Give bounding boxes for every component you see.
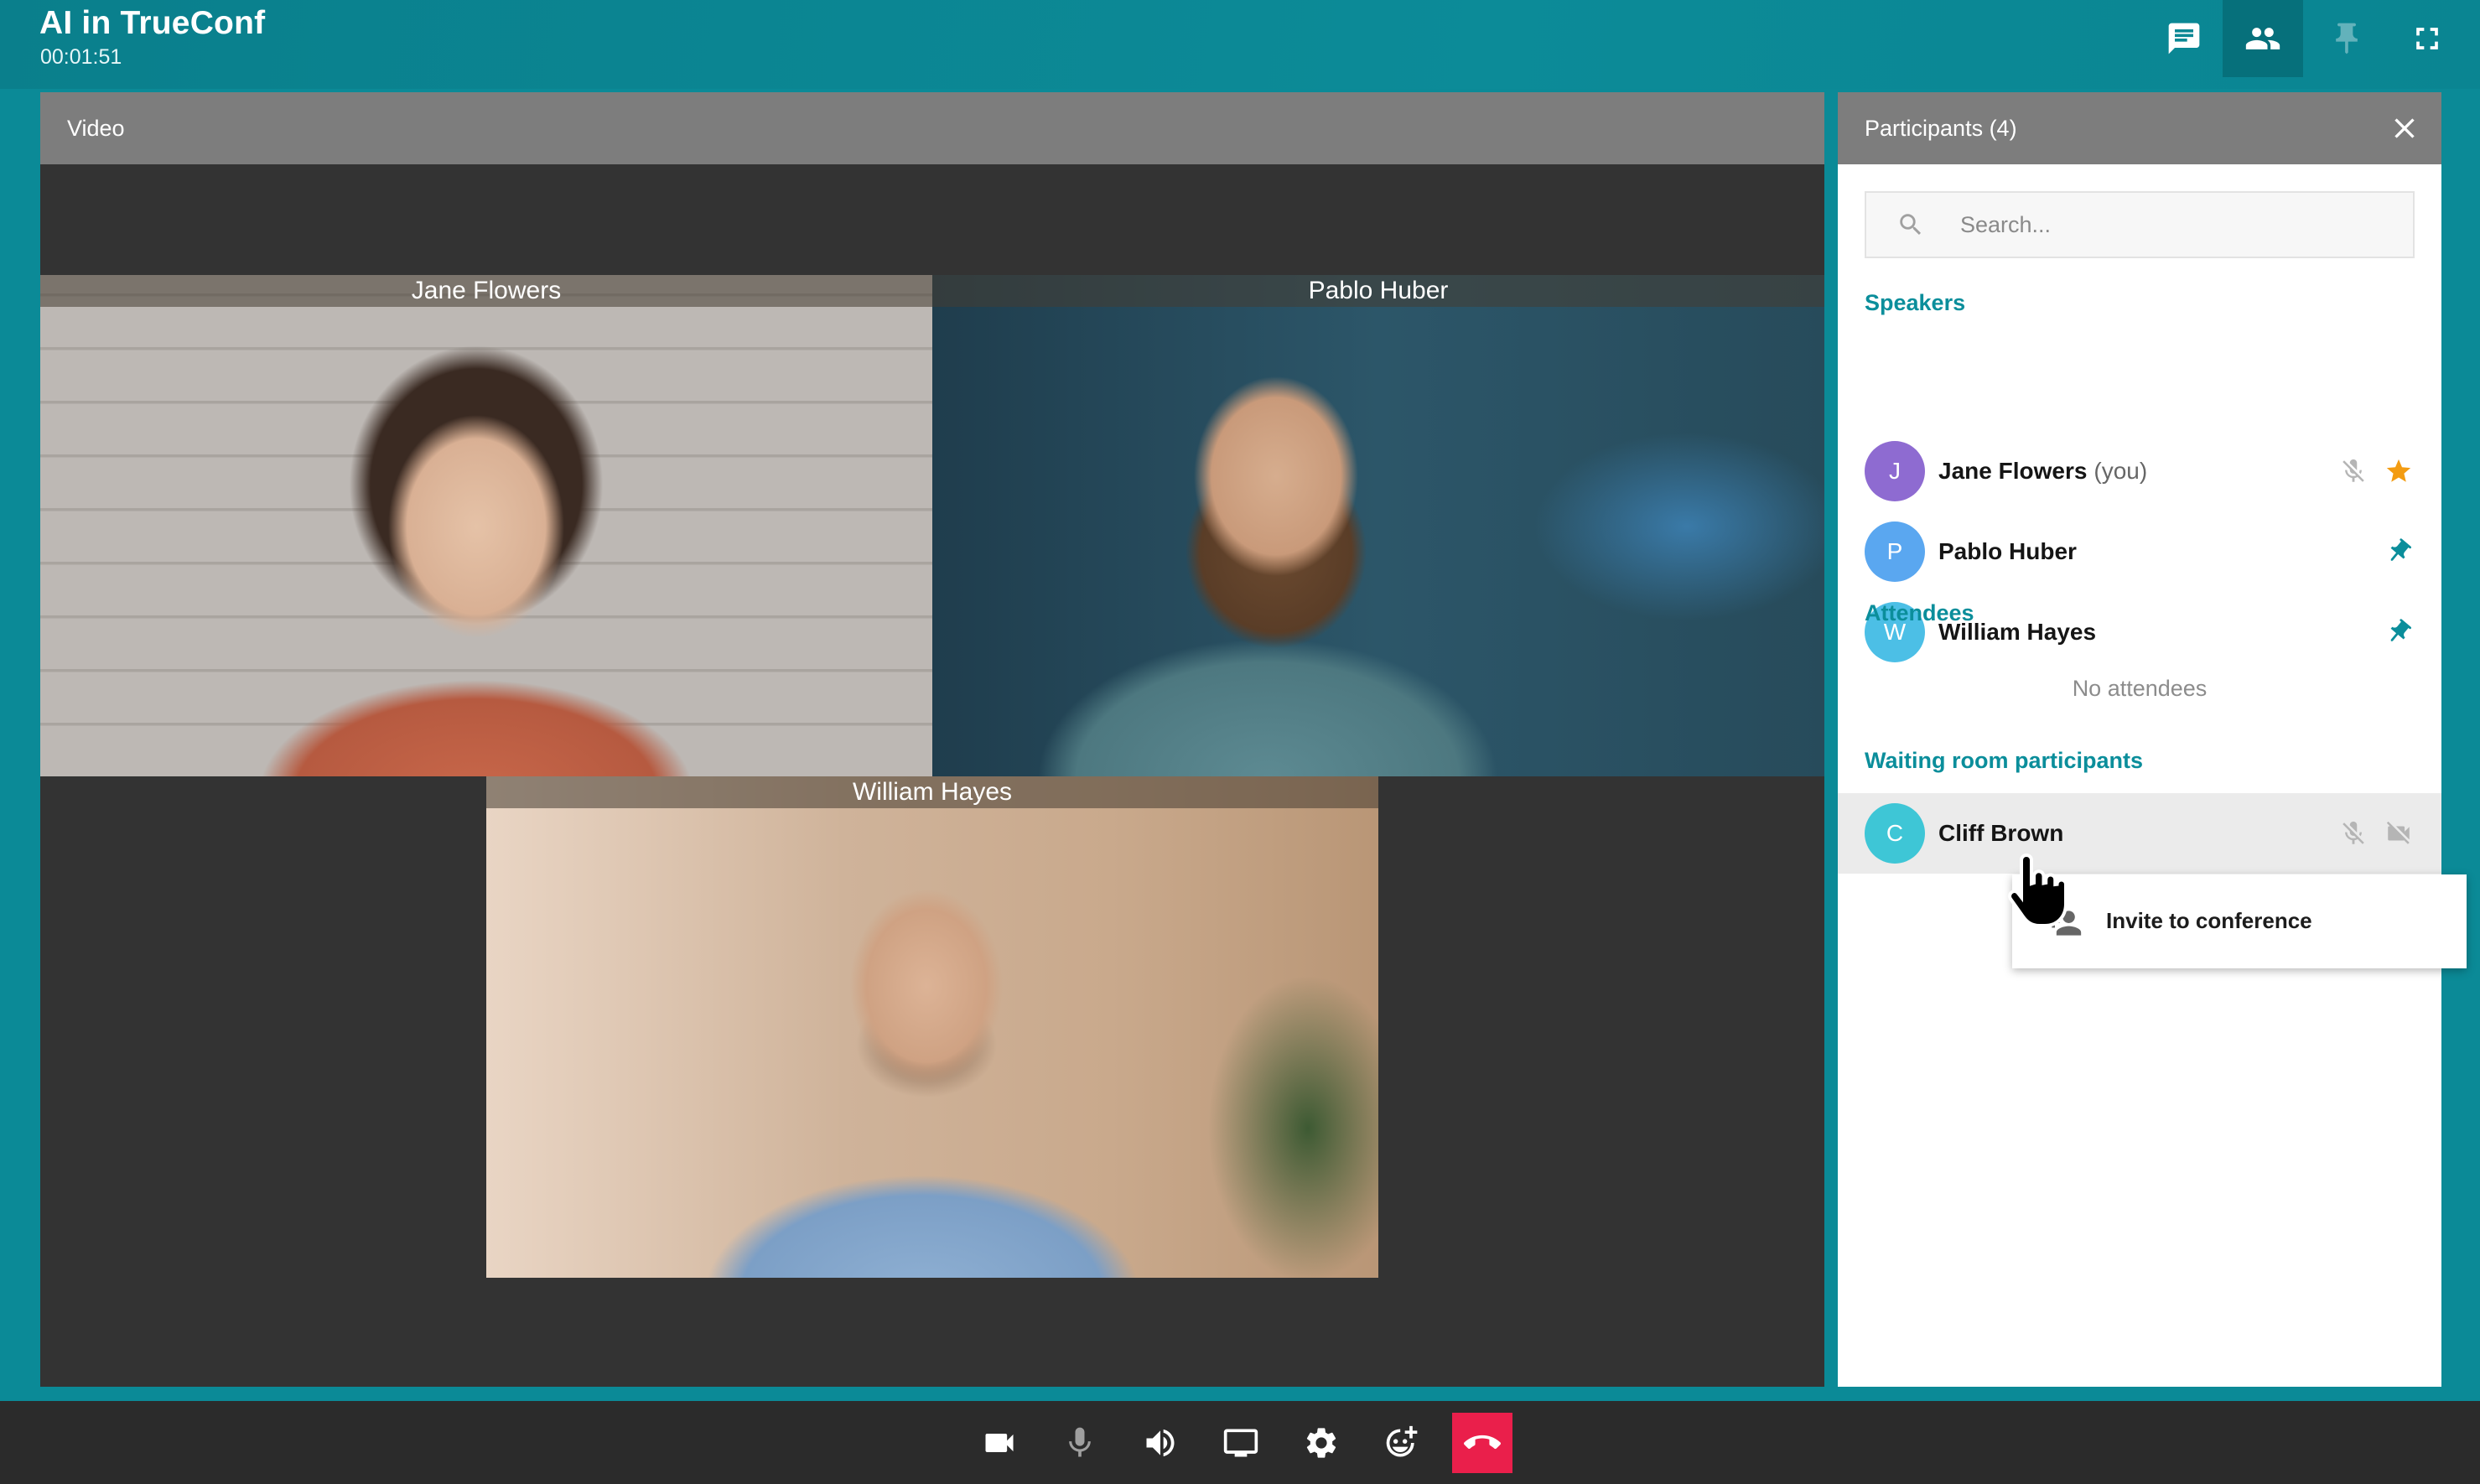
search-input[interactable] xyxy=(1959,210,2394,239)
close-icon xyxy=(2394,118,2415,138)
participants-title: Participants (4) xyxy=(1865,115,2017,141)
speaker-button[interactable] xyxy=(1130,1413,1191,1473)
chat-icon xyxy=(2168,23,2200,54)
call-timer: 00:01:51 xyxy=(40,45,122,69)
participants-panel: Participants (4) Speakers J Jane Flowers… xyxy=(1838,92,2441,1387)
you-label: (you) xyxy=(2093,458,2148,484)
pin-button[interactable] xyxy=(2306,0,2387,77)
video-tile-jane-flowers[interactable]: Jane Flowers xyxy=(40,275,932,776)
participant-context-menu: Invite to conference xyxy=(2012,874,2467,968)
mic-muted-icon[interactable] xyxy=(2339,819,2368,848)
participants-button[interactable] xyxy=(2223,0,2303,77)
star-icon[interactable] xyxy=(2384,457,2413,485)
invite-to-conference-label: Invite to conference xyxy=(2106,908,2312,933)
top-bar: AI in TrueConf 00:01:51 xyxy=(0,0,2480,89)
video-tile-william-hayes[interactable]: William Hayes xyxy=(486,776,1378,1278)
settings-icon xyxy=(1306,1428,1336,1458)
fullscreen-icon xyxy=(2416,28,2438,49)
microphone-button[interactable] xyxy=(1050,1413,1110,1473)
participant-row-jane-flowers[interactable]: J Jane Flowers (you) xyxy=(1838,431,2441,511)
participant-row-cliff-brown[interactable]: C Cliff Brown xyxy=(1838,793,2441,874)
speaker-icon xyxy=(1146,1429,1175,1457)
video-tile-name: Jane Flowers xyxy=(40,275,932,307)
pin-icon xyxy=(2336,23,2358,54)
video-panel: Video Jane Flowers Pablo Huber William H… xyxy=(40,92,1824,1387)
attendees-section-title: Attendees xyxy=(1865,600,1974,625)
screen-share-icon xyxy=(1223,1429,1258,1457)
settings-button[interactable] xyxy=(1291,1413,1352,1473)
chat-button[interactable] xyxy=(2144,0,2224,77)
no-attendees-text: No attendees xyxy=(2072,676,2208,701)
participant-name: Pablo Huber xyxy=(1938,538,2077,564)
call-controls-bar xyxy=(0,1401,2480,1484)
participant-name: Jane Flowers (you) xyxy=(1938,458,2147,485)
conference-title: AI in TrueConf xyxy=(39,5,266,41)
avatar: C xyxy=(1865,803,1925,864)
search-icon xyxy=(1900,214,1922,236)
hang-up-icon xyxy=(1464,1435,1501,1450)
video-tile-name: Pablo Huber xyxy=(932,275,1824,307)
participant-name: Cliff Brown xyxy=(1938,820,2064,846)
reactions-icon xyxy=(1386,1425,1418,1457)
invite-to-conference-menu-item[interactable]: Invite to conference xyxy=(2012,874,2467,968)
search-box[interactable] xyxy=(1865,191,2415,258)
avatar: P xyxy=(1865,521,1925,582)
microphone-icon xyxy=(1069,1427,1091,1457)
participants-icon xyxy=(2245,28,2280,49)
speakers-section-title: Speakers xyxy=(1865,290,1966,315)
camera-icon xyxy=(985,1434,1014,1452)
reactions-button[interactable] xyxy=(1372,1413,1432,1473)
camera-off-icon[interactable] xyxy=(2384,819,2413,848)
hand-cursor-icon xyxy=(2008,853,2068,927)
camera-button[interactable] xyxy=(969,1413,1030,1473)
close-participants-button[interactable] xyxy=(2386,110,2423,147)
participant-name-text: Jane Flowers xyxy=(1938,458,2088,484)
avatar: J xyxy=(1865,441,1925,501)
screen-share-button[interactable] xyxy=(1211,1413,1271,1473)
pin-icon[interactable] xyxy=(2384,537,2413,566)
participant-row-pablo-huber[interactable]: P Pablo Huber xyxy=(1838,511,2441,592)
video-panel-header: Video xyxy=(40,92,1824,164)
fullscreen-button[interactable] xyxy=(2387,0,2467,77)
waiting-room-section-title: Waiting room participants xyxy=(1865,748,2144,773)
mic-muted-icon[interactable] xyxy=(2339,457,2368,485)
hang-up-button[interactable] xyxy=(1452,1413,1512,1473)
video-tile-pablo-huber[interactable]: Pablo Huber xyxy=(932,275,1824,776)
pin-icon[interactable] xyxy=(2384,618,2413,646)
video-tile-name: William Hayes xyxy=(486,776,1378,808)
participants-panel-header: Participants (4) xyxy=(1838,92,2441,164)
